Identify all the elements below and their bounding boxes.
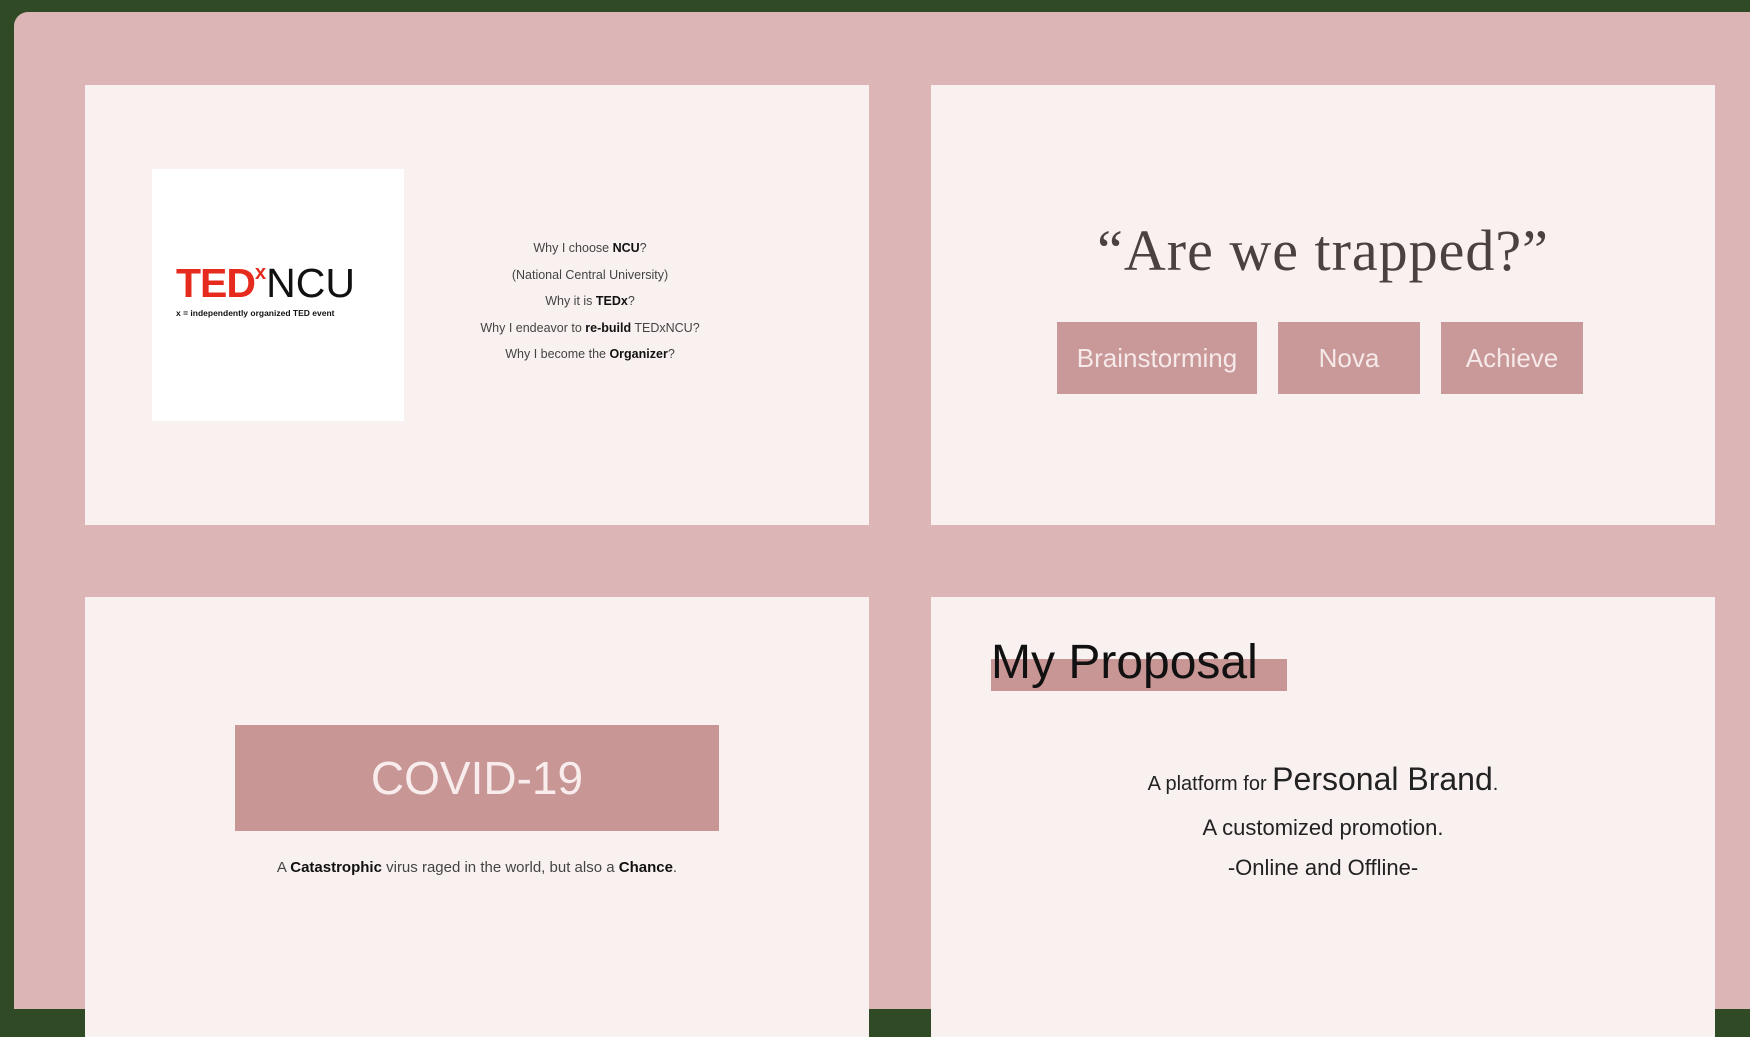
slide-thumbnail-4[interactable]: My Proposal A platform for Personal Bran… <box>931 597 1715 1037</box>
logo-tagline: x = independently organized TED event <box>176 308 335 318</box>
tag-brainstorming: Brainstorming <box>1057 322 1257 394</box>
logo-ted-text: TED <box>176 260 256 306</box>
proposal-line-1: A platform for Personal Brand. <box>1147 761 1499 797</box>
slide-thumbnail-3[interactable]: COVID-19 A Catastrophic virus raged in t… <box>85 597 869 1037</box>
why-line-2: (National Central University) <box>511 267 669 282</box>
logo-ncu-text: NCU <box>266 260 355 306</box>
covid-caption: A Catastrophic virus raged in the world,… <box>276 859 678 876</box>
proposal-line-2: A customized promotion. <box>1202 815 1444 840</box>
slide-sorter-panel: TEDxNCU x = independently organized TED … <box>14 12 1750 1037</box>
covid-title-box: COVID-19 <box>235 725 719 831</box>
why-line-5: Why I become the Organizer? <box>505 347 675 361</box>
why-line-1: Why I choose NCU? <box>533 241 647 255</box>
tedxncu-logo: TEDxNCU x = independently organized TED … <box>152 169 404 421</box>
slide-thumbnail-2[interactable]: “Are we trapped?” Brainstorming Nova Ach… <box>931 85 1715 525</box>
proposal-title: My Proposal <box>991 636 1258 689</box>
why-line-4: Why I endeavor to re-build TEDxNCU? <box>480 320 700 335</box>
tag-achieve: Achieve <box>1441 322 1583 394</box>
slide-thumbnail-1[interactable]: TEDxNCU x = independently organized TED … <box>85 85 869 525</box>
logo-x-text: x <box>255 262 267 284</box>
tag-nova: Nova <box>1278 322 1420 394</box>
why-questions-list: Why I choose NCU? (National Central Univ… <box>440 235 740 368</box>
slide-quote: “Are we trapped?” <box>1097 218 1549 283</box>
why-line-3: Why it is TEDx? <box>545 294 635 308</box>
logo-wordmark: TEDxNCU <box>176 263 355 304</box>
proposal-line-3: -Online and Offline- <box>1227 855 1419 880</box>
